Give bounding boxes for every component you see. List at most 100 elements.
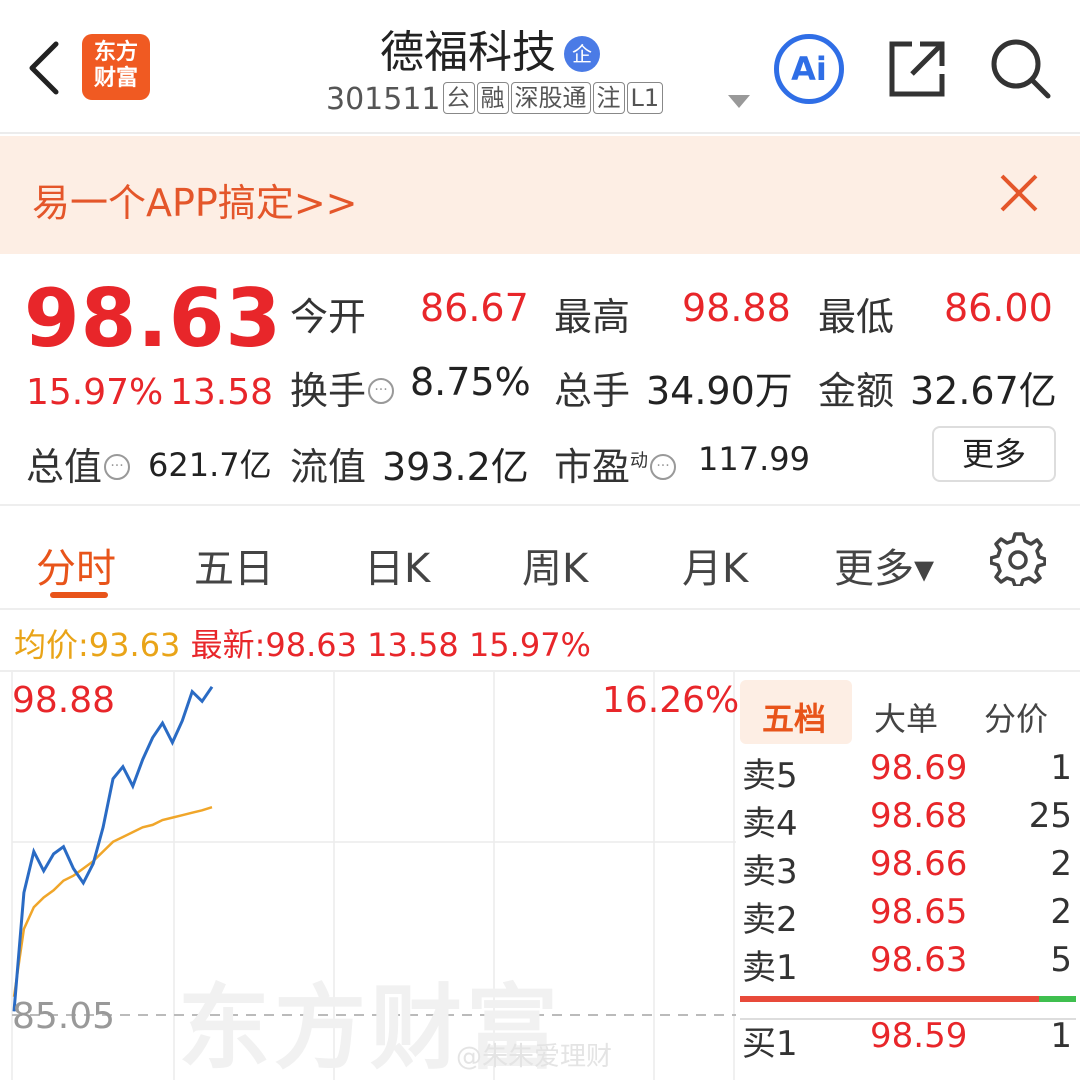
bid-label: 买1 [742, 1024, 798, 1064]
chart-max-price: 98.88 [12, 680, 116, 721]
banner-text[interactable]: 易一个APP搞定>> [32, 172, 358, 227]
ask-row: 卖2 98.65 2 [736, 892, 1080, 940]
mktcap-value: 621.7亿 [148, 446, 272, 484]
open-label: 今开 [290, 295, 367, 339]
amount-value: 32.67亿 [910, 369, 1057, 413]
stock-name-title[interactable]: 德福科技企 [380, 16, 700, 80]
pe-label-text: 市盈 [554, 445, 631, 489]
top-app-bar: 东方 财富 德福科技企 301511 㕕融深股通注 L1 Ai [0, 0, 1080, 134]
bid-row: 买1 98.59 1 [736, 1016, 1080, 1064]
gear-icon[interactable] [990, 530, 1046, 586]
stock-code-line[interactable]: 301511 㕕融深股通注 L1 [326, 82, 664, 117]
tab-big-orders[interactable]: 大单 [874, 694, 938, 740]
high-label: 最高 [554, 295, 631, 339]
ask-label: 卖3 [742, 852, 798, 892]
current-price: 98.63 [24, 272, 283, 365]
avg-price-label: 均价: [14, 626, 89, 664]
change-amount: 13.58 [170, 372, 274, 413]
buy-sell-ratio-bar [740, 996, 1076, 1002]
info-icon[interactable]: ··· [368, 378, 395, 404]
logo-text-line1: 东方 [93, 40, 138, 65]
mktcap-label[interactable]: 总值 ··· [26, 436, 131, 491]
ask-price: 98.65 [870, 892, 968, 932]
ask-row: 卖3 98.66 2 [736, 844, 1080, 892]
app-logo: 东方 财富 [82, 34, 150, 100]
chart-period-tabs: 分时 五日 日K 周K 月K 更多▾ [0, 506, 1080, 610]
float-label: 流值 [290, 445, 367, 489]
ask-row: 卖1 98.63 5 [736, 940, 1080, 988]
ask-price: 98.63 [870, 940, 968, 980]
ask-label: 卖2 [742, 900, 798, 940]
chart-summary-line: 均价:93.63 最新:98.63 13.58 15.97% [14, 620, 591, 666]
tag-margin: 融 [476, 82, 509, 114]
close-icon[interactable] [998, 172, 1040, 214]
more-button[interactable]: 更多 [932, 426, 1056, 482]
stock-name: 德福科技 [380, 27, 556, 78]
chart-prev-close-price: 85.05 [12, 996, 116, 1037]
dropdown-triangle-icon[interactable] [728, 95, 750, 108]
open-value: 86.67 [420, 286, 529, 330]
info-icon[interactable]: ··· [104, 454, 131, 480]
tab-daily-k[interactable]: 日K [364, 536, 430, 594]
turnover-label-text: 换手 [290, 369, 367, 413]
latest-percent: 15.97% [468, 626, 591, 664]
ask-price: 98.68 [870, 796, 968, 836]
active-tab-indicator [50, 592, 108, 598]
tab-monthly-k[interactable]: 月K [682, 536, 748, 594]
pe-value: 117.99 [698, 440, 810, 478]
ai-assistant-button[interactable]: Ai [774, 34, 844, 104]
chart-max-percent: 16.26% [602, 680, 740, 721]
amount-label: 金额 [818, 369, 895, 413]
tag-registered: 注 [592, 82, 625, 114]
low-label: 最低 [818, 295, 895, 339]
ask-volume: 1 [1050, 748, 1072, 788]
float-value: 393.2亿 [382, 445, 529, 489]
tab-weekly-k[interactable]: 周K [522, 536, 588, 594]
bid-volume: 1 [1050, 1016, 1072, 1056]
tab-five-day[interactable]: 五日 [194, 536, 274, 594]
stock-code: 301511 [326, 82, 441, 117]
ask-label: 卖5 [742, 756, 798, 796]
avg-price-value: 93.63 [88, 626, 181, 664]
tab-intraday[interactable]: 分时 [36, 536, 116, 594]
weibo-watermark: @朱朱爱理财 [456, 1042, 613, 1072]
promo-banner[interactable]: 易一个APP搞定>> [0, 136, 1080, 254]
pe-label[interactable]: 市盈动 ··· [554, 436, 677, 491]
turnover-value: 8.75% [410, 360, 531, 404]
change-percent: 15.97% [26, 372, 164, 413]
low-value: 86.00 [944, 286, 1053, 330]
tab-price-dist[interactable]: 分价 [984, 694, 1048, 740]
back-arrow-icon[interactable] [22, 38, 66, 98]
ask-volume: 25 [1028, 796, 1072, 836]
latest-label: 最新: [190, 626, 266, 664]
mktcap-label-text: 总值 [26, 445, 103, 489]
volume-label: 总手 [554, 369, 631, 413]
logo-text-line2: 财富 [93, 66, 138, 91]
tag-level: L1 [626, 82, 664, 114]
order-book-panel: 五档 大单 分价 卖5 98.69 1 卖4 98.68 25 卖3 98.66 2 卖2 9… [736, 672, 1080, 1080]
tab-level5[interactable]: 五档 [762, 694, 826, 740]
ask-row: 卖4 98.68 25 [736, 796, 1080, 844]
latest-change: 13.58 [367, 626, 459, 664]
bid-price: 98.59 [870, 1016, 968, 1056]
enterprise-badge-icon: 企 [564, 36, 600, 72]
share-icon[interactable] [886, 38, 948, 100]
ask-price: 98.69 [870, 748, 968, 788]
search-icon[interactable] [988, 36, 1052, 100]
ask-label: 卖4 [742, 804, 798, 844]
ask-row: 卖5 98.69 1 [736, 748, 1080, 796]
tag-connect: 深股通 [510, 82, 591, 114]
ask-volume: 5 [1050, 940, 1072, 980]
ask-price: 98.66 [870, 844, 968, 884]
ask-volume: 2 [1050, 892, 1072, 932]
latest-value: 98.63 [265, 626, 357, 664]
tag-prefix: 㕕 [442, 82, 475, 114]
tab-more[interactable]: 更多▾ [834, 536, 934, 594]
ask-volume: 2 [1050, 844, 1072, 884]
high-value: 98.88 [682, 286, 791, 330]
ask-label: 卖1 [742, 948, 798, 988]
turnover-label[interactable]: 换手 ··· [290, 360, 395, 415]
info-icon[interactable]: ··· [650, 454, 677, 480]
buy-ratio-fill [1039, 996, 1076, 1002]
pe-superscript: 动 [630, 450, 649, 472]
